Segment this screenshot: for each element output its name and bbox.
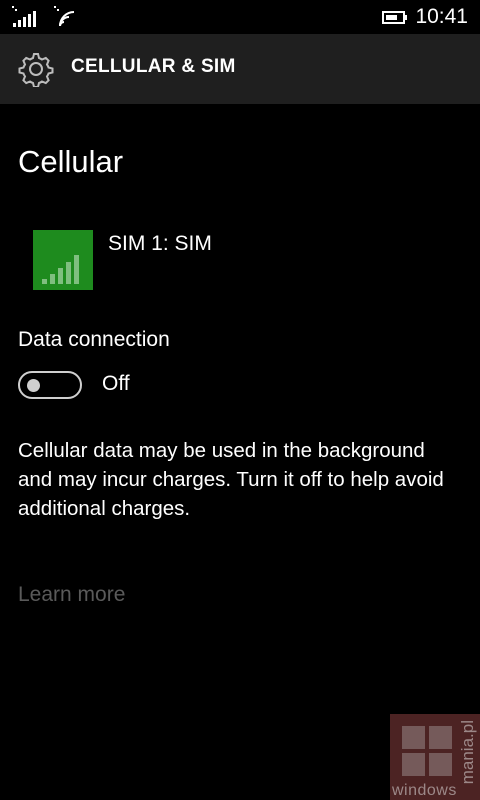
page-title: CELLULAR & SIM [71, 56, 236, 77]
signal-strength-icon [12, 6, 36, 27]
status-bar: 10:41 [0, 0, 480, 34]
wifi-icon [54, 6, 75, 27]
sim-label[interactable]: SIM 1: SIM [108, 232, 212, 256]
signal-bars-icon [42, 255, 79, 284]
description-text: Cellular data may be used in the backgro… [18, 439, 444, 520]
sim-tile[interactable] [33, 230, 93, 290]
data-connection-toggle[interactable] [18, 371, 82, 399]
learn-more-link[interactable]: Learn more [18, 583, 125, 607]
windows-logo-icon [402, 726, 452, 776]
battery-icon [382, 11, 407, 24]
watermark-logo: windows mania.pl [390, 714, 480, 800]
toggle-state-label: Off [102, 372, 130, 395]
status-time: 10:41 [415, 5, 468, 28]
watermark-text-side: mania.pl [458, 720, 477, 785]
page-header: CELLULAR & SIM [0, 34, 480, 104]
data-connection-label: Data connection [18, 328, 170, 351]
section-title: Cellular [18, 144, 124, 179]
toggle-knob [27, 379, 40, 392]
gear-icon [18, 53, 54, 87]
watermark-text-bottom: windows [392, 782, 457, 799]
